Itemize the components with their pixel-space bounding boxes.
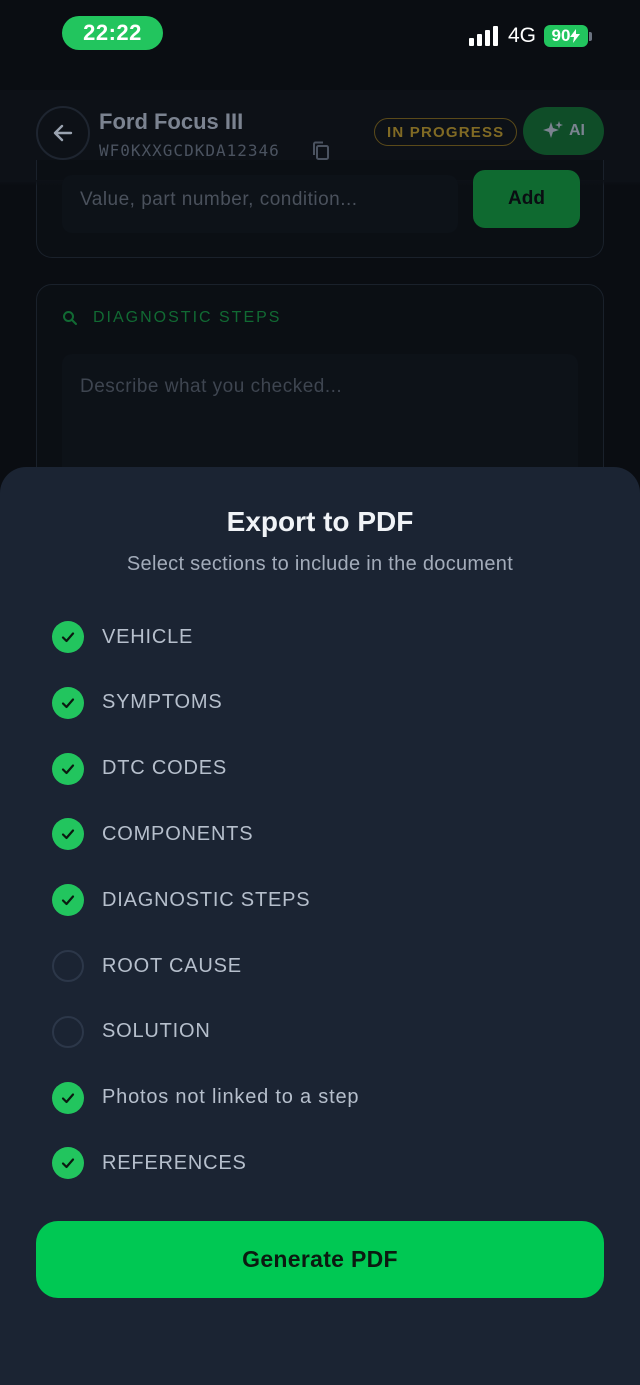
- section-option-label: REFERENCES: [102, 1151, 247, 1174]
- section-option-label: SYMPTOMS: [102, 691, 223, 714]
- checkbox-checked-icon[interactable]: [52, 621, 84, 653]
- sparkle-icon: [543, 121, 563, 138]
- section-option[interactable]: SYMPTOMS: [52, 685, 223, 721]
- section-option[interactable]: COMPONENTS: [52, 816, 253, 852]
- section-option-label: DIAGNOSTIC STEPS: [102, 888, 311, 911]
- vehicle-title: Ford Focus III: [99, 109, 244, 134]
- checkbox-checked-icon[interactable]: [52, 884, 84, 917]
- back-button[interactable]: [36, 106, 90, 160]
- checkbox-checked-icon[interactable]: [52, 752, 84, 785]
- sheet-title: Export to PDF: [226, 506, 414, 537]
- arrow-left-icon: [53, 124, 73, 142]
- checkbox-unchecked-icon[interactable]: [52, 1015, 84, 1048]
- checkbox-checked-icon[interactable]: [52, 686, 84, 719]
- ai-button-label: AI: [569, 122, 585, 139]
- section-option-label: Photos not linked to a step: [102, 1086, 360, 1109]
- section-option[interactable]: ROOT CAUSE: [52, 948, 242, 984]
- copy-icon[interactable]: [312, 141, 330, 161]
- checkbox-checked-icon[interactable]: [52, 1147, 84, 1180]
- add-button[interactable]: Add: [473, 170, 580, 228]
- section-option-label: VEHICLE: [102, 625, 194, 648]
- diagnostic-steps-label: DIAGNOSTIC STEPS: [93, 309, 282, 326]
- checkbox-checked-icon[interactable]: [52, 1081, 84, 1114]
- section-option[interactable]: DIAGNOSTIC STEPS: [52, 882, 310, 918]
- section-option[interactable]: Photos not linked to a step: [52, 1080, 359, 1116]
- component-value-input[interactable]: Value, part number, condition...: [62, 175, 458, 233]
- generate-pdf-button[interactable]: Generate PDF: [36, 1221, 604, 1298]
- section-option[interactable]: REFERENCES: [52, 1145, 247, 1181]
- section-option[interactable]: VEHICLE: [52, 619, 193, 655]
- section-option-label: DTC CODES: [102, 757, 227, 780]
- checkbox-unchecked-icon[interactable]: [52, 950, 84, 982]
- sheet-subtitle: Select sections to include in the docume…: [126, 553, 514, 575]
- section-option[interactable]: DTC CODES: [52, 751, 227, 787]
- checkbox-checked-icon[interactable]: [52, 818, 84, 851]
- section-option-label: COMPONENTS: [102, 822, 254, 845]
- section-option[interactable]: SOLUTION: [52, 1014, 211, 1050]
- search-icon: [63, 311, 77, 325]
- vehicle-vin: WF0KXXGCDKDA12346: [99, 141, 280, 160]
- section-option-label: ROOT CAUSE: [102, 954, 242, 977]
- status-badge: IN PROGRESS: [374, 118, 518, 146]
- section-option-label: SOLUTION: [102, 1020, 211, 1043]
- ai-button[interactable]: AI: [523, 107, 604, 155]
